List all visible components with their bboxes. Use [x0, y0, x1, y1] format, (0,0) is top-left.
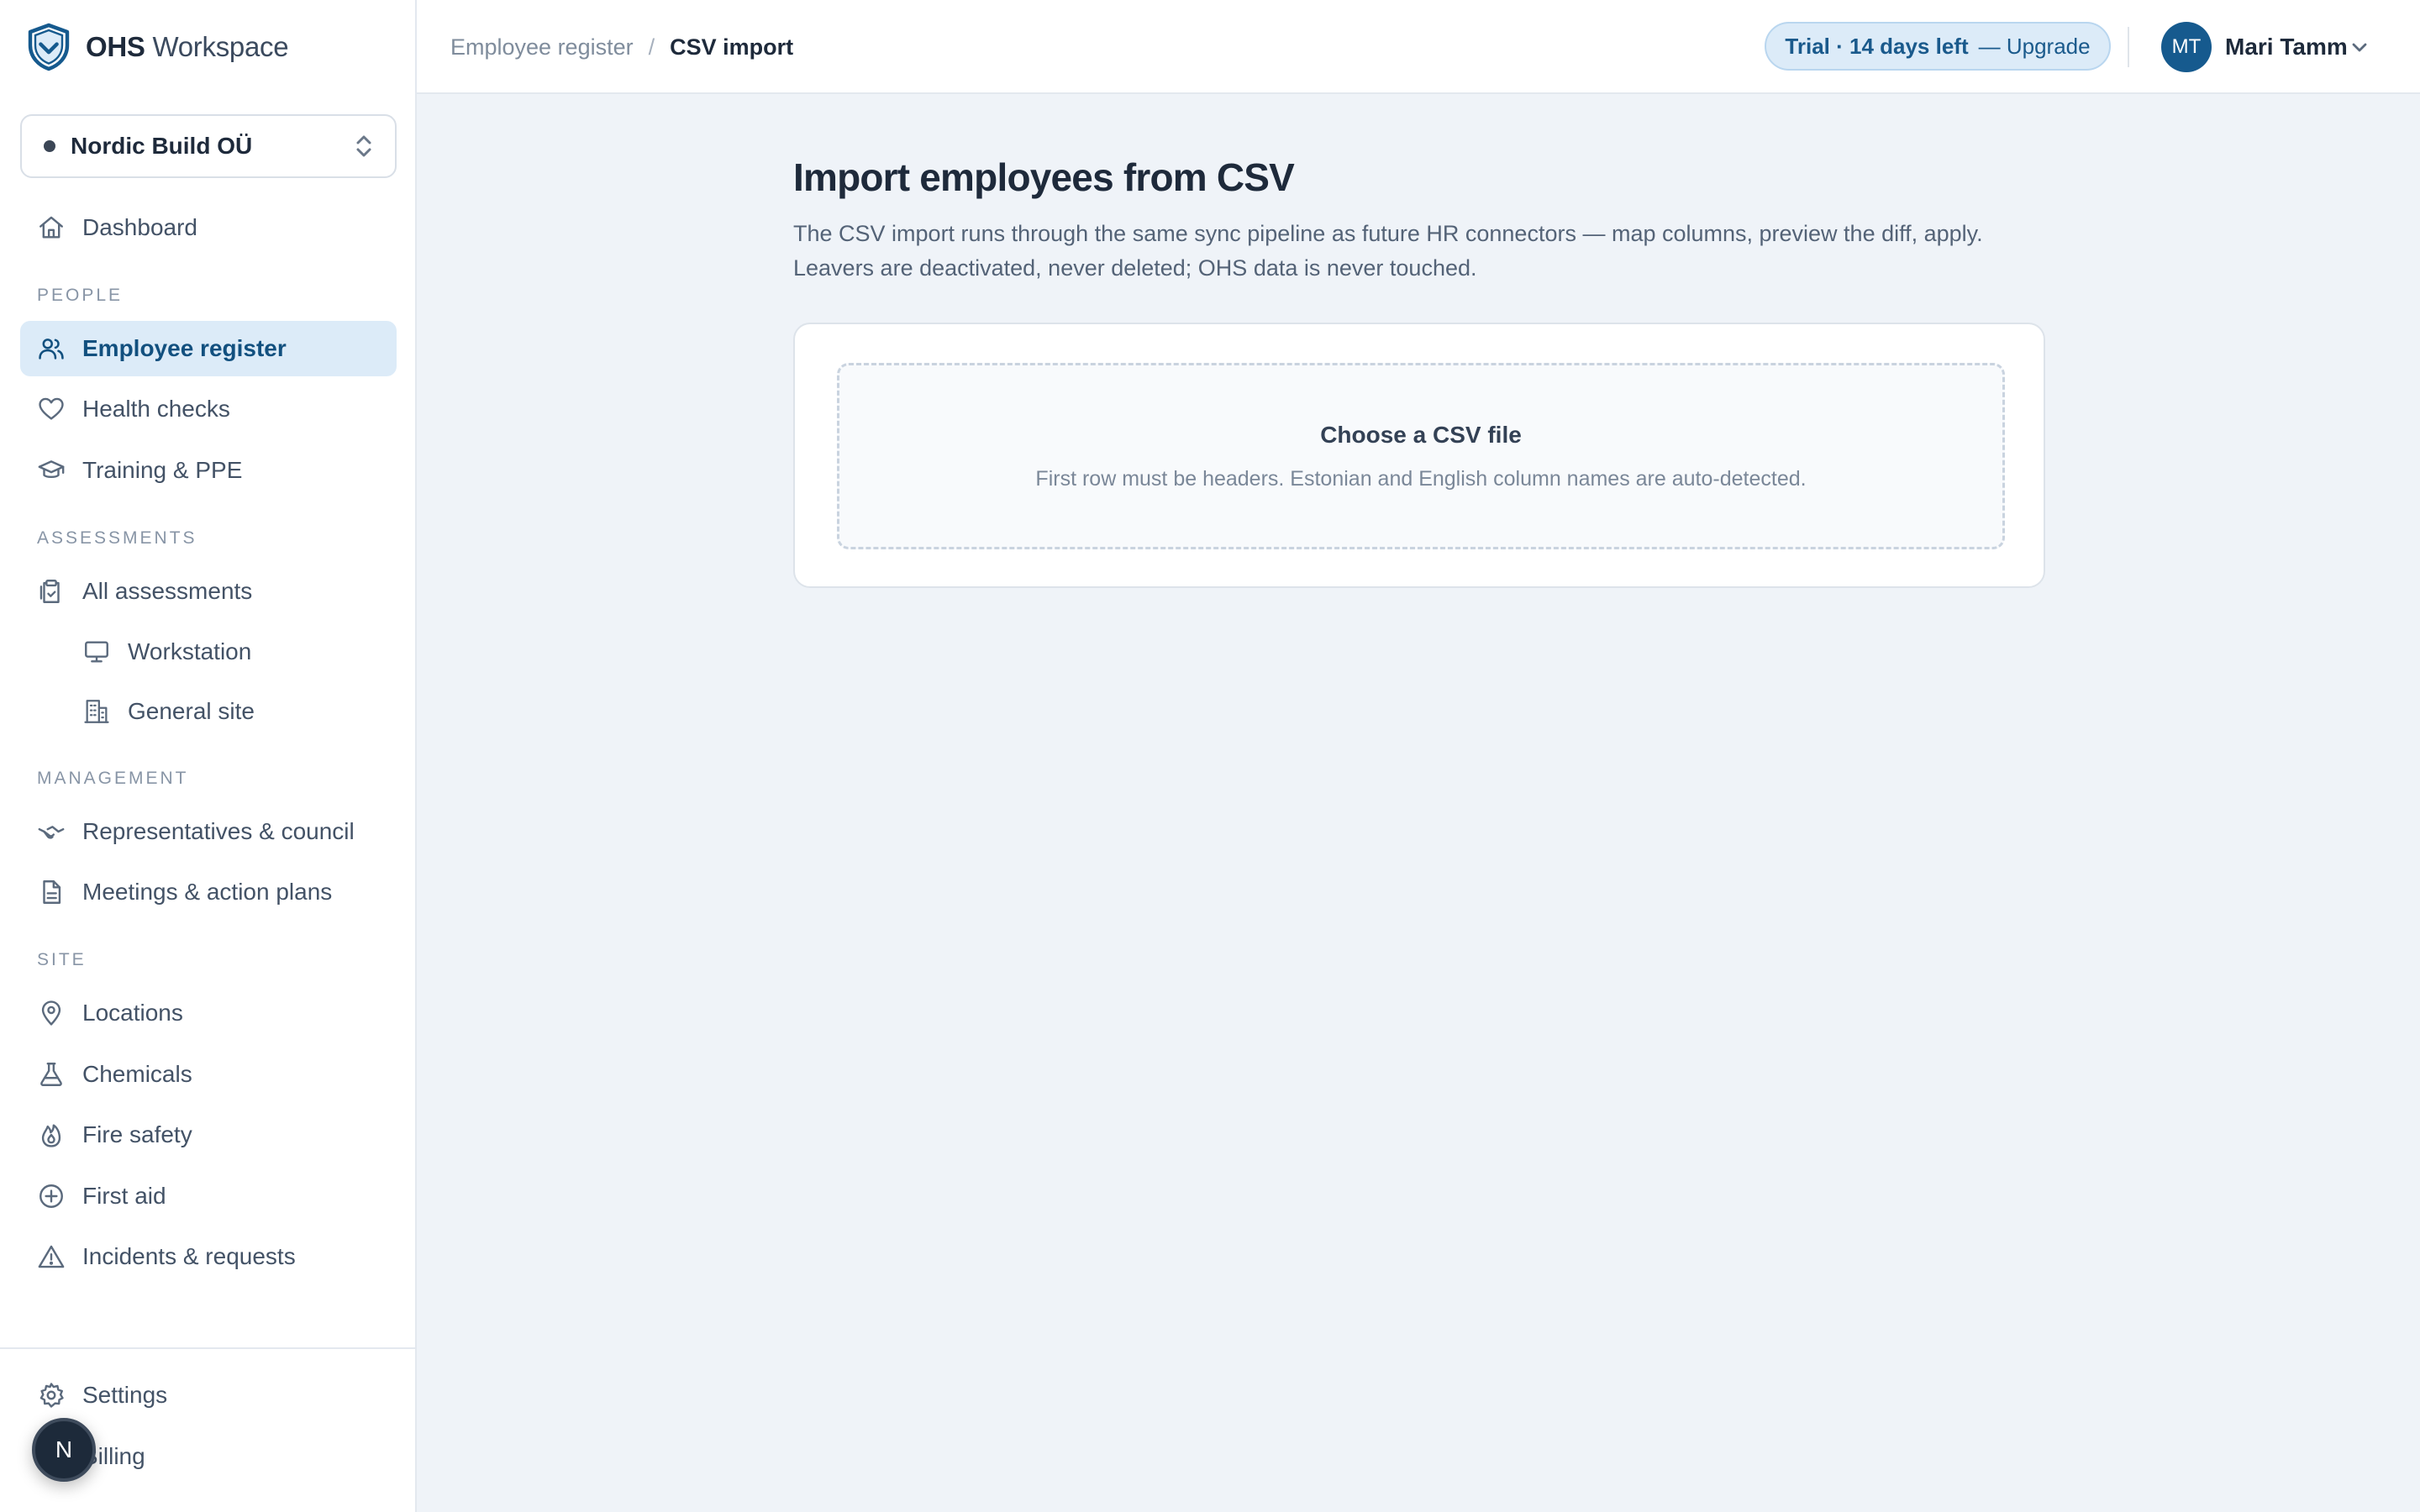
sidebar-item-label: Incidents & requests — [82, 1243, 296, 1269]
sidebar-item-label: Fire safety — [82, 1121, 192, 1147]
sidebar-item-fire-safety[interactable]: Fire safety — [20, 1107, 397, 1163]
home-icon — [39, 216, 63, 239]
sidebar: OHS Workspace Nordic Build OÜ Dashboard … — [0, 0, 417, 1512]
csv-upload-card: Choose a CSV file First row must be head… — [793, 323, 2045, 588]
sidebar-item-label: General site — [128, 698, 255, 724]
trial-text: Trial · 14 days left — [1785, 33, 1969, 59]
sidebar-item-dashboard[interactable]: Dashboard — [20, 200, 397, 255]
org-status-dot — [44, 140, 55, 152]
dropzone-hint: First row must be headers. Estonian and … — [1035, 466, 1807, 491]
sidebar-item-label: Representatives & council — [82, 818, 355, 844]
csv-file-dropzone[interactable]: Choose a CSV file First row must be head… — [837, 363, 2005, 549]
user-initials: MT — [2171, 35, 2202, 58]
sidebar-item-label: Training & PPE — [82, 457, 243, 483]
user-name[interactable]: Mari Tamm — [2225, 0, 2348, 94]
sidebar-item-workstation[interactable]: Workstation — [20, 624, 397, 680]
brand-name-bold: OHS — [86, 31, 145, 62]
shield-logo-icon — [28, 23, 70, 71]
brand[interactable]: OHS Workspace — [27, 22, 289, 72]
sidebar-item-label: Employee register — [82, 335, 287, 361]
clipboard-check-icon — [39, 580, 60, 603]
user-avatar[interactable]: MT — [2161, 22, 2212, 72]
org-name: Nordic Build OÜ — [71, 133, 253, 159]
breadcrumb-parent-link[interactable]: Employee register — [450, 34, 634, 60]
section-label-site: SITE — [37, 950, 87, 969]
page-title: Import employees from CSV — [793, 155, 1295, 199]
breadcrumb-separator: / — [648, 34, 655, 60]
sidebar-item-settings[interactable]: Settings — [20, 1368, 397, 1423]
breadcrumb: Employee register / CSV import — [450, 0, 793, 94]
sidebar-item-meetings[interactable]: Meetings & action plans — [20, 864, 397, 920]
topbar-divider — [2128, 27, 2129, 67]
sidebar-item-first-aid[interactable]: First aid — [20, 1168, 397, 1224]
sidebar-item-health-checks[interactable]: Health checks — [20, 381, 397, 437]
page-description: The CSV import runs through the same syn… — [793, 221, 1983, 281]
sidebar-item-locations[interactable]: Locations — [20, 985, 397, 1041]
sidebar-item-label: Workstation — [128, 638, 252, 664]
graduation-cap-icon — [38, 460, 65, 478]
sidebar-item-employee-register[interactable]: Employee register — [20, 321, 397, 376]
fab-label: N — [55, 1436, 73, 1462]
sidebar-item-general-site[interactable]: General site — [20, 684, 397, 739]
organization-selector[interactable]: Nordic Build OÜ — [20, 114, 397, 178]
breadcrumb-current: CSV import — [670, 34, 794, 60]
sidebar-item-training-ppe[interactable]: Training & PPE — [20, 443, 397, 498]
building-icon — [84, 700, 109, 723]
monitor-icon — [85, 641, 108, 663]
gear-icon — [39, 1383, 64, 1408]
sidebar-item-label: Health checks — [82, 396, 230, 422]
dropzone-title: Choose a CSV file — [1320, 421, 1522, 448]
topbar: Employee register / CSV import Trial · 1… — [417, 0, 2420, 94]
sidebar-item-label: Locations — [82, 1000, 183, 1026]
sidebar-item-label: Chemicals — [82, 1061, 192, 1087]
sidebar-item-label: Settings — [82, 1382, 168, 1408]
heart-icon — [39, 397, 64, 420]
sidebar-divider — [0, 1347, 415, 1349]
sidebar-item-label: All assessments — [82, 578, 253, 604]
chevron-up-down-icon — [356, 135, 371, 157]
sidebar-item-label: First aid — [82, 1183, 166, 1209]
floating-assistant-button[interactable]: N — [32, 1418, 96, 1482]
brand-name-light: Workspace — [152, 31, 289, 62]
section-label-assessments: ASSESSMENTS — [37, 528, 197, 548]
trial-upgrade-badge[interactable]: Trial · 14 days left — Upgrade — [1765, 22, 2111, 71]
sidebar-item-label: Meetings & action plans — [82, 879, 333, 905]
sidebar-item-label: Dashboard — [82, 214, 197, 240]
warning-triangle-icon — [38, 1245, 65, 1268]
map-pin-icon — [41, 1000, 61, 1026]
handshake-icon — [38, 826, 65, 839]
chevron-down-icon[interactable] — [2349, 37, 2370, 57]
sidebar-item-chemicals[interactable]: Chemicals — [20, 1047, 397, 1102]
section-label-people: PEOPLE — [37, 286, 124, 305]
users-icon — [39, 339, 64, 360]
plus-circle-icon — [39, 1184, 63, 1208]
sidebar-item-all-assessments[interactable]: All assessments — [20, 564, 397, 619]
brand-name: OHS Workspace — [86, 31, 289, 63]
flask-icon — [40, 1063, 62, 1086]
sidebar-item-incidents[interactable]: Incidents & requests — [20, 1229, 397, 1284]
section-label-management: MANAGEMENT — [37, 769, 189, 788]
fire-icon — [41, 1124, 61, 1147]
sidebar-item-representatives[interactable]: Representatives & council — [20, 804, 397, 859]
upgrade-link[interactable]: — Upgrade — [1979, 34, 2091, 60]
document-icon — [43, 880, 61, 904]
